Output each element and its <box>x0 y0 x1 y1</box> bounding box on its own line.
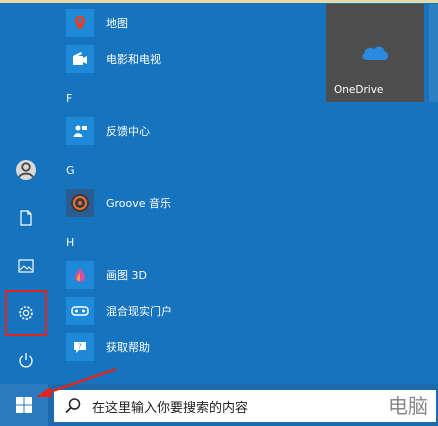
maps-icon <box>66 9 94 37</box>
get-help-icon: ? <box>66 333 94 361</box>
svg-text:?: ? <box>78 343 82 351</box>
app-item-groove[interactable]: Groove 音乐 <box>66 186 306 220</box>
app-label-movies-tv: 电影和电视 <box>106 53 161 66</box>
app-item-movies-tv[interactable]: 电影和电视 <box>66 42 306 76</box>
app-label-groove: Groove 音乐 <box>106 197 172 210</box>
start-menu: 地图 电影和电视 F 反馈中心 G Groove 音乐 H 画图 3D 混合现实… <box>0 0 438 384</box>
pictures-button[interactable] <box>6 246 46 286</box>
app-label-mixed-reality: 混合现实门户 <box>106 305 172 318</box>
tile-label-onedrive: OneDrive <box>334 84 384 96</box>
app-item-get-help[interactable]: ? 获取帮助 <box>66 330 306 364</box>
user-avatar-icon <box>16 160 36 180</box>
app-item-maps[interactable]: 地图 <box>66 6 306 40</box>
feedback-icon <box>66 117 94 145</box>
app-label-feedback-hub: 反馈中心 <box>106 125 150 138</box>
watermark: 电脑 <box>388 394 428 418</box>
start-rail <box>0 0 52 384</box>
tile-edge[interactable] <box>429 4 438 102</box>
film-icon <box>66 45 94 73</box>
annotation-arrow-icon <box>36 367 117 397</box>
user-account-button[interactable] <box>6 150 46 190</box>
tile-onedrive[interactable]: OneDrive <box>326 4 424 102</box>
letter-header-h[interactable]: H <box>66 236 74 249</box>
picture-icon <box>18 259 34 273</box>
app-list: 地图 电影和电视 F 反馈中心 G Groove 音乐 H 画图 3D 混合现实… <box>52 0 312 384</box>
letter-header-f[interactable]: F <box>66 92 72 105</box>
letter-header-g[interactable]: G <box>66 164 75 177</box>
app-item-paint3d[interactable]: 画图 3D <box>66 258 306 292</box>
paint3d-icon <box>66 261 94 289</box>
documents-button[interactable] <box>6 198 46 238</box>
mixed-reality-icon <box>66 297 94 325</box>
app-item-feedback-hub[interactable]: 反馈中心 <box>66 114 306 148</box>
app-label-get-help: 获取帮助 <box>106 341 150 354</box>
settings-highlight-box <box>5 290 47 336</box>
app-item-mixed-reality[interactable]: 混合现实门户 <box>66 294 306 328</box>
document-icon <box>20 210 32 226</box>
app-label-maps: 地图 <box>106 17 128 30</box>
cloud-icon <box>362 46 388 60</box>
app-label-paint3d: 画图 3D <box>106 269 147 282</box>
groove-music-icon <box>66 189 94 217</box>
